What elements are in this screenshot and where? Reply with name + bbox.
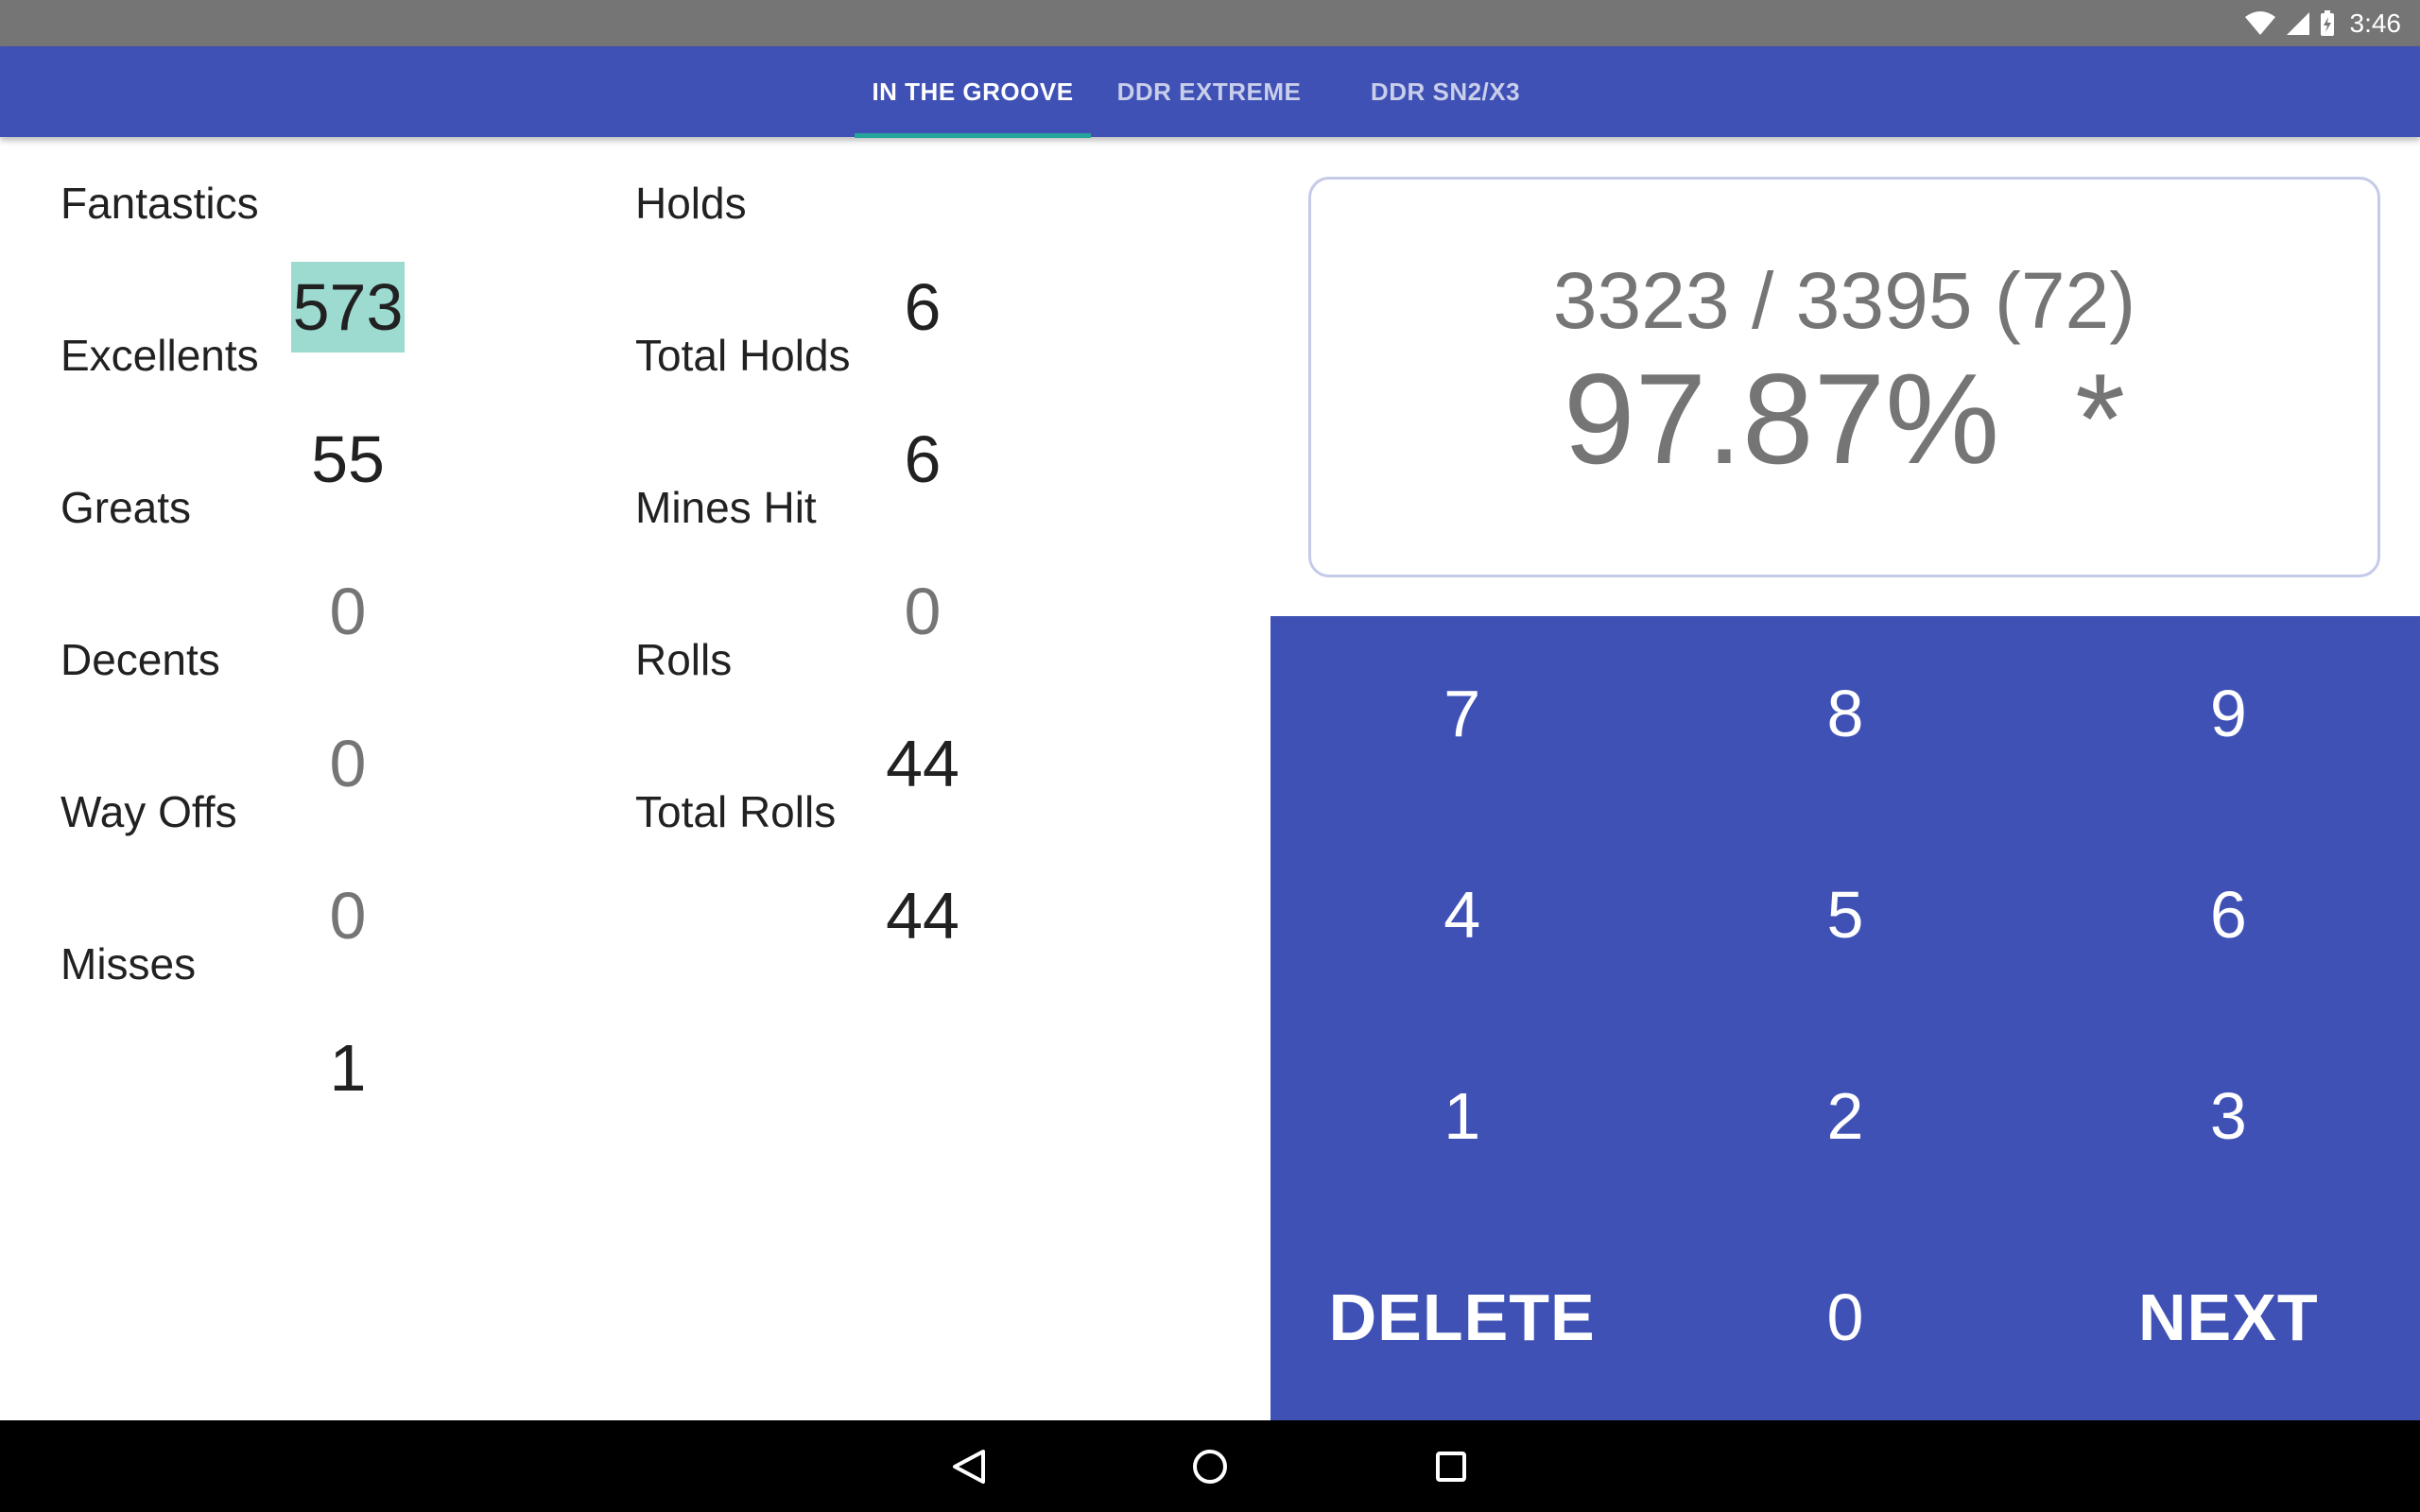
key-1[interactable]: 1 [1270,1019,1653,1220]
battery-charging-icon [2320,9,2334,36]
counter-label: Decents [60,635,220,684]
judgment-counters: Fantastics 573 Excellents 55 Greats 0 De… [60,137,628,1105]
tab-in-the-groove[interactable]: IN THE GROOVE [855,46,1091,137]
key-8[interactable]: 8 [1653,616,2036,817]
counter-label: Excellents [60,331,259,380]
back-button[interactable] [912,1420,1026,1512]
counter-misses: Misses 1 [60,898,628,1105]
counter-label: Holds [635,179,747,228]
counter-way-offs: Way Offs 0 [60,746,628,953]
key-5[interactable]: 5 [1653,817,2036,1019]
status-icons: 3:46 [2244,0,2402,46]
home-circle-icon [1193,1449,1227,1484]
score-card: 3323 / 3395 (72) 97.87% * [1308,177,2380,577]
counter-holds: Holds 6 [635,137,1202,344]
cell-signal-icon [2286,11,2309,35]
counter-label: Mines Hit [635,483,817,532]
score-mark: * [2075,347,2126,490]
tab-ddr-extreme[interactable]: DDR EXTREME [1091,46,1327,137]
counter-label: Way Offs [60,787,237,836]
delete-button[interactable]: DELETE [1270,1219,1653,1420]
wifi-icon [2244,10,2275,35]
recents-button[interactable] [1394,1420,1508,1512]
key-7[interactable]: 7 [1270,616,1653,817]
counter-excellents: Excellents 55 [60,289,628,496]
counter-total-rolls: Total Rolls 44 [635,746,1202,953]
navigation-bar [0,1420,2420,1512]
hold-roll-counters: Holds 6 Total Holds 6 Mines Hit 0 Rolls … [635,137,1202,953]
score-points: 3323 / 3395 (72) [1552,256,2136,345]
home-button[interactable] [1153,1420,1267,1512]
counter-label: Misses [60,939,197,988]
recents-square-icon [1436,1451,1466,1482]
status-bar: 3:46 [0,0,2420,46]
counter-label: Total Rolls [635,787,837,836]
status-time: 3:46 [2349,8,2402,38]
counter-greats: Greats 0 [60,441,628,648]
counter-rolls: Rolls 44 [635,593,1202,800]
key-2[interactable]: 2 [1653,1019,2036,1220]
tab-indicator [855,133,1091,138]
key-3[interactable]: 3 [2037,1019,2420,1220]
counter-label: Total Holds [635,331,851,380]
back-triangle-icon [953,1449,985,1484]
tab-ddr-sn2-x3[interactable]: DDR SN2/X3 [1327,46,1564,137]
tab-bar: IN THE GROOVE DDR EXTREME DDR SN2/X3 [0,46,2420,138]
counter-decents: Decents 0 [60,593,628,800]
key-0[interactable]: 0 [1653,1219,2036,1420]
counter-value-total-rolls[interactable]: 44 [809,870,1036,961]
next-button[interactable]: NEXT [2037,1219,2420,1420]
score-percent: 97.87% [1563,347,2000,490]
key-9[interactable]: 9 [2037,616,2420,817]
counter-fantastics: Fantastics 573 [60,137,628,352]
key-6[interactable]: 6 [2037,817,2420,1019]
counter-label: Greats [60,483,192,532]
counter-label: Rolls [635,635,733,684]
counter-total-holds: Total Holds 6 [635,289,1202,496]
counter-mines-hit: Mines Hit 0 [635,441,1202,648]
score-percent-row: 97.87% * [1311,345,2377,492]
key-4[interactable]: 4 [1270,817,1653,1019]
counter-label: Fantastics [60,179,259,228]
counter-value-misses[interactable]: 1 [234,1022,461,1113]
number-keypad: 7 8 9 4 5 6 1 2 3 DELETE 0 NEXT [1270,616,2420,1420]
